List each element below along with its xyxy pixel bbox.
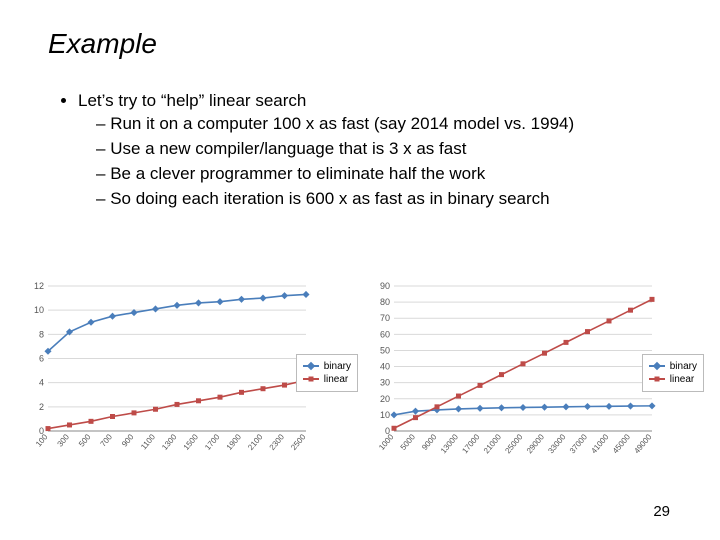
page-title: Example — [48, 28, 157, 60]
svg-text:12: 12 — [34, 281, 44, 291]
legend: binary linear — [296, 354, 358, 392]
svg-text:300: 300 — [56, 432, 72, 448]
svg-text:1700: 1700 — [203, 432, 222, 452]
svg-text:5000: 5000 — [399, 432, 418, 452]
bullet-sub: Use a new compiler/language that is 3 x … — [96, 138, 680, 161]
svg-text:13000: 13000 — [439, 432, 461, 455]
svg-text:49000: 49000 — [632, 432, 654, 455]
svg-text:37000: 37000 — [568, 432, 590, 455]
svg-text:45000: 45000 — [611, 432, 633, 455]
svg-text:60: 60 — [380, 329, 390, 339]
svg-text:1000: 1000 — [377, 432, 396, 452]
legend: binary linear — [642, 354, 704, 392]
chart-left: 0246810121003005007009001100130015001700… — [22, 280, 362, 465]
legend-label-linear: linear — [670, 374, 694, 385]
svg-text:30: 30 — [380, 378, 390, 388]
svg-text:4: 4 — [39, 378, 44, 388]
svg-text:50: 50 — [380, 345, 390, 355]
svg-text:90: 90 — [380, 281, 390, 291]
legend-label-binary: binary — [324, 361, 351, 372]
bullet-sub: Run it on a computer 100 x as fast (say … — [96, 113, 680, 136]
svg-text:1900: 1900 — [225, 432, 244, 452]
svg-text:20: 20 — [380, 394, 390, 404]
legend-label-linear: linear — [324, 374, 348, 385]
svg-text:1500: 1500 — [182, 432, 201, 452]
svg-text:2100: 2100 — [246, 432, 265, 452]
svg-text:40: 40 — [380, 362, 390, 372]
svg-text:700: 700 — [99, 432, 115, 448]
bullet-list: Let’s try to “help” linear search Run it… — [60, 90, 680, 213]
bullet-sub: Be a clever programmer to eliminate half… — [96, 163, 680, 186]
svg-text:2500: 2500 — [289, 432, 308, 452]
svg-text:25000: 25000 — [503, 432, 525, 455]
svg-text:2: 2 — [39, 402, 44, 412]
svg-text:1100: 1100 — [139, 432, 157, 451]
legend-label-binary: binary — [670, 361, 697, 372]
svg-text:10: 10 — [380, 410, 390, 420]
page-number: 29 — [653, 503, 670, 520]
svg-text:9000: 9000 — [420, 432, 439, 452]
svg-text:6: 6 — [39, 354, 44, 364]
svg-text:29000: 29000 — [525, 432, 547, 455]
svg-text:17000: 17000 — [460, 432, 482, 455]
svg-text:900: 900 — [120, 432, 136, 448]
svg-text:2300: 2300 — [268, 432, 287, 452]
svg-text:1300: 1300 — [160, 432, 179, 452]
svg-text:21000: 21000 — [482, 432, 504, 455]
svg-text:41000: 41000 — [589, 432, 611, 455]
svg-text:33000: 33000 — [546, 432, 568, 455]
bullet-main: Let’s try to “help” linear search — [78, 91, 306, 110]
svg-text:70: 70 — [380, 313, 390, 323]
bullet-sub: So doing each iteration is 600 x as fast… — [96, 188, 680, 211]
svg-text:10: 10 — [34, 305, 44, 315]
svg-text:8: 8 — [39, 329, 44, 339]
svg-text:80: 80 — [380, 297, 390, 307]
svg-text:100: 100 — [34, 432, 50, 448]
svg-text:500: 500 — [77, 432, 93, 448]
chart-right: 0102030405060708090100050009000130001700… — [368, 280, 708, 465]
